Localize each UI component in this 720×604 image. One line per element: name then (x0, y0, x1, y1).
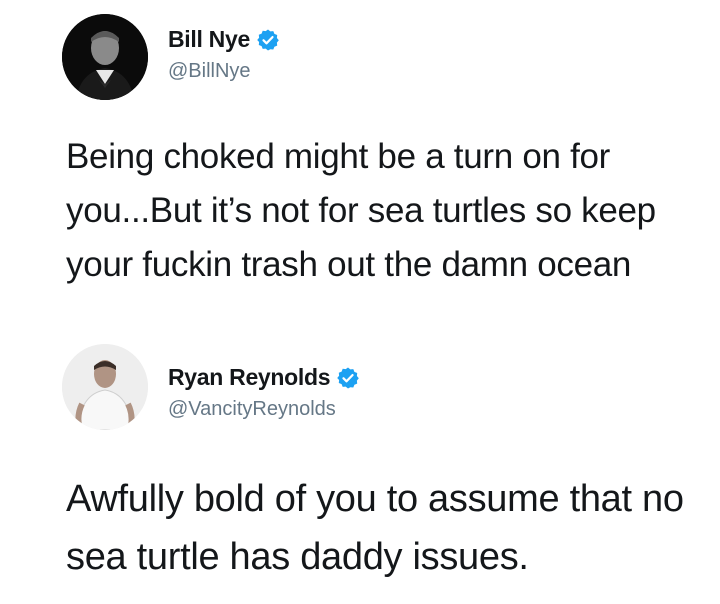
tweet-text: Awfully bold of you to assume that no se… (66, 478, 684, 578)
avatar[interactable] (62, 344, 148, 430)
verified-badge-icon (336, 366, 360, 390)
handle[interactable]: @BillNye (168, 60, 251, 83)
handle[interactable]: @VancityReynolds (168, 398, 336, 421)
person-photo-icon (62, 14, 148, 100)
avatar[interactable] (62, 14, 148, 100)
person-photo-icon (62, 344, 148, 430)
author-name-row: Bill Nye (168, 26, 280, 53)
display-name[interactable]: Bill Nye (168, 26, 250, 53)
author-name-row: Ryan Reynolds (168, 364, 360, 391)
verified-badge-icon (256, 28, 280, 52)
display-name[interactable]: Ryan Reynolds (168, 364, 331, 391)
tweet-text: Being choked might be a turn on for you.… (66, 137, 656, 284)
